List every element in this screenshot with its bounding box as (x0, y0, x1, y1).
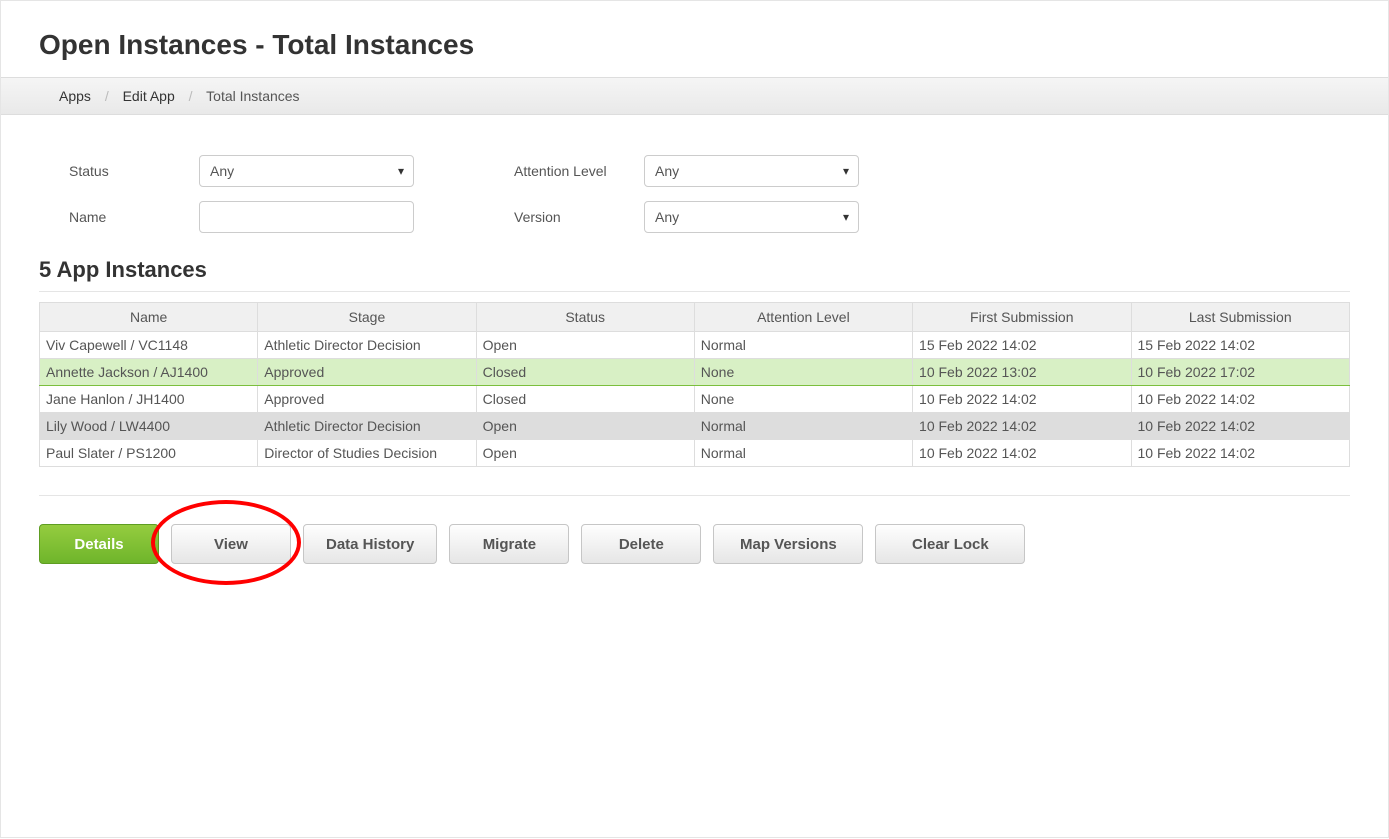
breadcrumb-apps[interactable]: Apps (59, 88, 91, 104)
cell-name: Viv Capewell / VC1148 (40, 332, 258, 359)
cell-last: 10 Feb 2022 17:02 (1131, 359, 1350, 386)
th-attention[interactable]: Attention Level (694, 303, 912, 332)
status-label: Status (69, 163, 199, 179)
delete-button[interactable]: Delete (581, 524, 701, 564)
th-last[interactable]: Last Submission (1131, 303, 1350, 332)
cell-status: Open (476, 440, 694, 467)
cell-stage: Approved (258, 359, 476, 386)
table-row[interactable]: Viv Capewell / VC1148Athletic Director D… (40, 332, 1350, 359)
cell-stage: Athletic Director Decision (258, 332, 476, 359)
cell-first: 10 Feb 2022 14:02 (913, 413, 1131, 440)
name-label: Name (69, 209, 199, 225)
table-row[interactable]: Paul Slater / PS1200Director of Studies … (40, 440, 1350, 467)
cell-attention: Normal (694, 413, 912, 440)
page-title: Open Instances - Total Instances (1, 1, 1388, 77)
instances-title: 5 App Instances (39, 257, 1350, 292)
cell-name: Jane Hanlon / JH1400 (40, 386, 258, 413)
cell-name: Paul Slater / PS1200 (40, 440, 258, 467)
instances-table: Name Stage Status Attention Level First … (39, 302, 1350, 467)
breadcrumb-separator: / (105, 88, 109, 104)
cell-attention: Normal (694, 332, 912, 359)
cell-status: Closed (476, 386, 694, 413)
version-select[interactable] (644, 201, 859, 233)
table-row[interactable]: Annette Jackson / AJ1400ApprovedClosedNo… (40, 359, 1350, 386)
filters-panel: Status ▾ Name Attention Level ▾ (39, 139, 1350, 257)
th-status[interactable]: Status (476, 303, 694, 332)
th-stage[interactable]: Stage (258, 303, 476, 332)
table-row[interactable]: Jane Hanlon / JH1400ApprovedClosedNone10… (40, 386, 1350, 413)
cell-stage: Athletic Director Decision (258, 413, 476, 440)
clear-lock-button[interactable]: Clear Lock (875, 524, 1025, 564)
th-name[interactable]: Name (40, 303, 258, 332)
cell-first: 10 Feb 2022 13:02 (913, 359, 1131, 386)
cell-attention: None (694, 359, 912, 386)
version-label: Version (514, 209, 644, 225)
th-first[interactable]: First Submission (913, 303, 1131, 332)
status-select[interactable] (199, 155, 414, 187)
cell-status: Open (476, 413, 694, 440)
cell-name: Lily Wood / LW4400 (40, 413, 258, 440)
map-versions-button[interactable]: Map Versions (713, 524, 863, 564)
cell-first: 15 Feb 2022 14:02 (913, 332, 1131, 359)
cell-stage: Director of Studies Decision (258, 440, 476, 467)
cell-name: Annette Jackson / AJ1400 (40, 359, 258, 386)
name-input[interactable] (199, 201, 414, 233)
breadcrumb-edit-app[interactable]: Edit App (123, 88, 175, 104)
details-button[interactable]: Details (39, 524, 159, 564)
view-button[interactable]: View (171, 524, 291, 564)
attention-select[interactable] (644, 155, 859, 187)
action-bar: Details View Data History Migrate Delete… (39, 495, 1350, 564)
data-history-button[interactable]: Data History (303, 524, 437, 564)
breadcrumb: Apps / Edit App / Total Instances (1, 77, 1388, 115)
attention-label: Attention Level (514, 163, 644, 179)
breadcrumb-separator: / (189, 88, 193, 104)
cell-attention: None (694, 386, 912, 413)
table-row[interactable]: Lily Wood / LW4400Athletic Director Deci… (40, 413, 1350, 440)
cell-last: 15 Feb 2022 14:02 (1131, 332, 1350, 359)
cell-status: Open (476, 332, 694, 359)
breadcrumb-current: Total Instances (206, 88, 299, 104)
cell-stage: Approved (258, 386, 476, 413)
cell-last: 10 Feb 2022 14:02 (1131, 386, 1350, 413)
cell-first: 10 Feb 2022 14:02 (913, 386, 1131, 413)
cell-last: 10 Feb 2022 14:02 (1131, 440, 1350, 467)
cell-status: Closed (476, 359, 694, 386)
cell-last: 10 Feb 2022 14:02 (1131, 413, 1350, 440)
migrate-button[interactable]: Migrate (449, 524, 569, 564)
cell-first: 10 Feb 2022 14:02 (913, 440, 1131, 467)
cell-attention: Normal (694, 440, 912, 467)
